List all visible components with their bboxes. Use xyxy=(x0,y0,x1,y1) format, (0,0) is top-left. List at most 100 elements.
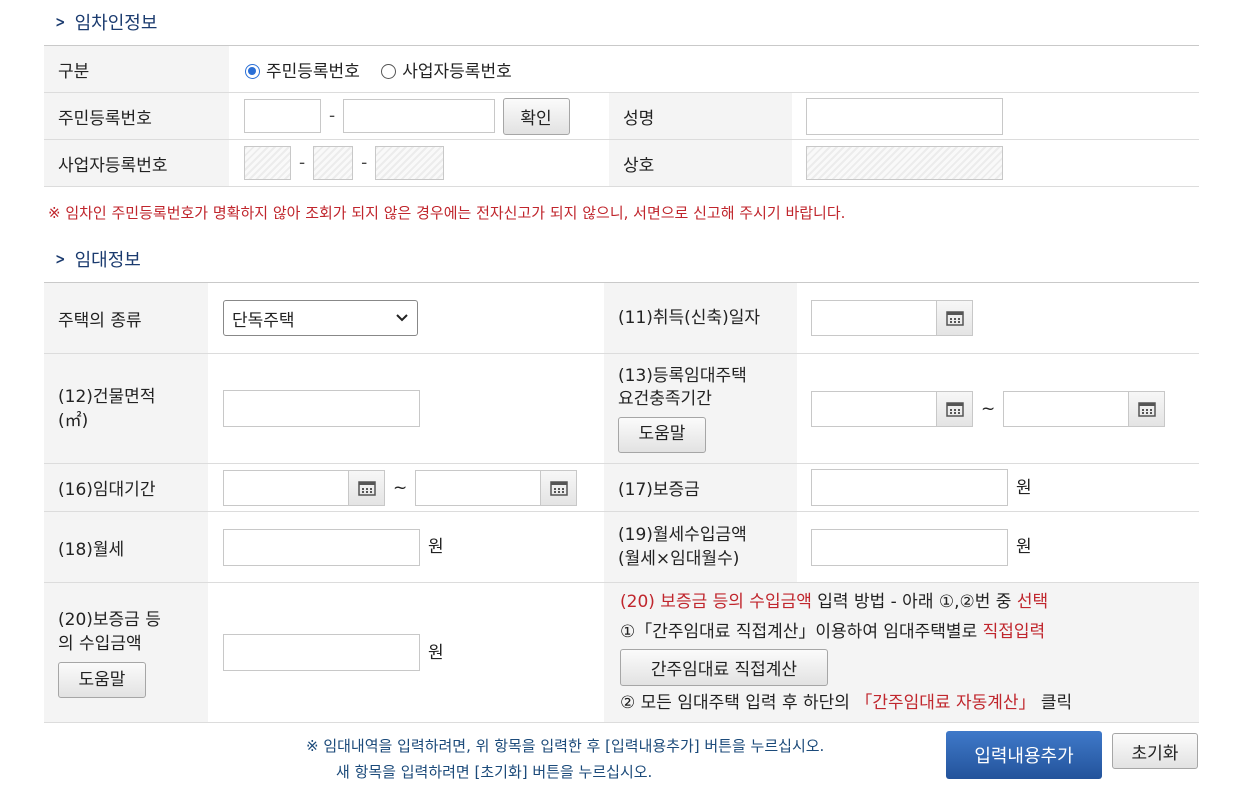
guide-2-text: ①「간주임대료 직접계산」이용하여 임대주택별로 xyxy=(620,622,983,642)
won-unit: 원 xyxy=(428,537,444,557)
bottom-note-line1: ※ 임대내역을 입력하려면, 위 항목을 입력한 후 [입력내용추가] 버튼을 … xyxy=(306,737,825,755)
acq-date-cell xyxy=(797,282,1199,354)
dash-separator: - xyxy=(329,106,336,126)
chevron-right-icon: > xyxy=(55,250,66,268)
deposit-input[interactable] xyxy=(811,469,1008,506)
guide-3-click: 클릭 xyxy=(1035,693,1073,713)
deposit-label: (17)보증금 xyxy=(604,463,797,512)
name-label: 성명 xyxy=(609,92,792,140)
guide-line-3: ② 모든 임대주택 입력 후 하단의 「간주임대료 자동계산」 클릭 xyxy=(620,688,1185,718)
bottom-note-line2: 새 항목을 입력하려면 [초기화] 버튼을 누르십시오. xyxy=(336,763,653,781)
calendar-icon[interactable] xyxy=(349,469,385,506)
resident-number-front-input[interactable] xyxy=(244,99,321,133)
won-unit: 원 xyxy=(1016,477,1032,498)
calendar-icon[interactable] xyxy=(541,469,578,506)
guide-1-highlight: (20) 보증금 등의 수입금액 xyxy=(620,592,812,612)
monthly-income-label: (19)월세수입금액 (월세×임대월수) xyxy=(604,511,797,583)
period-req-label-line2: 요건충족기간 xyxy=(618,388,712,409)
business-number-label: 사업자등록번호 xyxy=(44,139,229,187)
add-entry-button[interactable]: 입력내용추가 xyxy=(946,731,1102,779)
tilde-separator: ~ xyxy=(393,477,408,498)
monthly-income-input[interactable] xyxy=(811,528,1008,566)
guide-1-text: 입력 방법 - 아래 ①,②번 중 xyxy=(811,592,1017,612)
confirm-button[interactable]: 확인 xyxy=(502,97,570,135)
lease-start-input[interactable] xyxy=(223,469,349,506)
period-req-label: (13)등록임대주택 요건충족기간 도움말 xyxy=(604,353,797,464)
company-input xyxy=(806,146,1003,180)
house-type-value: 단독주택 xyxy=(232,310,295,331)
radio-resident-option[interactable]: 주민등록번호 xyxy=(245,62,365,82)
area-input[interactable] xyxy=(223,390,420,427)
lease-end-input[interactable] xyxy=(415,469,542,506)
monthly-income-cell: 원 xyxy=(797,511,1199,583)
tenant-section-title: > 임차인정보 xyxy=(54,9,157,35)
direct-calc-button[interactable]: 간주임대료 직접계산 xyxy=(620,649,828,686)
type-label: 구분 xyxy=(44,45,229,93)
business-number-cell: -- xyxy=(229,139,609,187)
area-cell xyxy=(208,353,604,464)
deposit-income-input[interactable] xyxy=(223,634,420,671)
monthly-income-label-line2: (월세×임대월수) xyxy=(618,549,740,569)
monthly-rent-input[interactable] xyxy=(223,528,420,566)
bottom-note: ※ 임대내역을 입력하려면, 위 항목을 입력한 후 [입력내용추가] 버튼을 … xyxy=(306,733,824,785)
radio-resident-label: 주민등록번호 xyxy=(266,61,360,82)
house-type-label: 주택의 종류 xyxy=(44,282,208,354)
guide-3-highlight: 「간주임대료 자동계산」 xyxy=(855,693,1036,713)
business-number-part2-input xyxy=(313,146,354,180)
radio-checked-icon[interactable] xyxy=(245,64,260,79)
tenant-notice: ※ 임차인 주민등록번호가 명확하지 않아 조회가 되지 않은 경우에는 전자신… xyxy=(48,204,846,222)
rental-info-table: 주택의 종류 단독주택 (11)취득(신축)일자 (12)건물면적 (㎡) (1… xyxy=(44,282,1199,723)
house-type-cell: 단독주택 xyxy=(208,282,604,354)
type-radio-group: 주민등록번호 사업자등록번호 xyxy=(229,45,1199,93)
tenant-info-table: 구분 주민등록번호 사업자등록번호 주민등록번호 - 확인 성명 사업자등록번호… xyxy=(44,45,1199,187)
period-req-end-input[interactable] xyxy=(1003,390,1130,427)
rental-section-label: 임대정보 xyxy=(74,250,141,271)
period-req-start-input[interactable] xyxy=(811,390,937,427)
chevron-right-icon: > xyxy=(55,13,66,31)
area-label-line2: (㎡) xyxy=(58,410,89,431)
help-button[interactable]: 도움말 xyxy=(58,661,146,698)
resident-number-back-input[interactable] xyxy=(343,99,496,133)
monthly-rent-label: (18)월세 xyxy=(44,511,208,583)
name-cell xyxy=(792,92,1199,140)
business-number-part3-input xyxy=(375,146,445,180)
company-cell xyxy=(792,139,1199,187)
area-label-line1: (12)건물면적 xyxy=(58,386,156,407)
deposit-cell: 원 xyxy=(797,463,1199,512)
radio-business-option[interactable]: 사업자등록번호 xyxy=(381,62,512,82)
deposit-income-cell: 원 xyxy=(208,582,604,723)
guide-line-1: (20) 보증금 등의 수입금액 입력 방법 - 아래 ①,②번 중 선택 xyxy=(620,587,1185,617)
area-label: (12)건물면적 (㎡) xyxy=(44,353,208,464)
radio-unchecked-icon[interactable] xyxy=(381,64,397,79)
name-input[interactable] xyxy=(806,97,1003,135)
won-unit: 원 xyxy=(1016,537,1032,557)
deposit-income-label: (20)보증금 등 의 수입금액 도움말 xyxy=(44,582,208,723)
house-type-select[interactable]: 단독주택 xyxy=(223,300,418,336)
dash-separator: - xyxy=(361,153,368,173)
dash-separator: - xyxy=(299,153,306,173)
guide-1-select: 선택 xyxy=(1016,592,1049,612)
monthly-income-label-line1: (19)월세수입금액 xyxy=(618,525,747,545)
acq-date-label: (11)취득(신축)일자 xyxy=(604,282,797,354)
company-label: 상호 xyxy=(609,139,792,187)
help-button[interactable]: 도움말 xyxy=(618,416,706,453)
reset-button[interactable]: 초기화 xyxy=(1112,733,1198,769)
period-req-label-line1: (13)등록임대주택 xyxy=(618,365,747,386)
guide-2-highlight: 직접입력 xyxy=(982,622,1046,642)
rental-section-title: > 임대정보 xyxy=(54,246,141,272)
guide-line-2: ①「간주임대료 직접계산」이용하여 임대주택별로 직접입력 xyxy=(620,617,1185,647)
lease-period-label: (16)임대기간 xyxy=(44,463,208,512)
calendar-icon[interactable] xyxy=(937,300,973,336)
period-req-cell: ~ xyxy=(797,353,1199,464)
calendar-icon[interactable] xyxy=(1129,390,1166,427)
chevron-down-icon xyxy=(396,314,408,322)
deposit-income-label-line2: 의 수입금액 xyxy=(58,633,142,654)
monthly-rent-cell: 원 xyxy=(208,511,604,583)
resident-number-label: 주민등록번호 xyxy=(44,92,229,140)
tenant-section-label: 임차인정보 xyxy=(74,13,158,34)
calendar-icon[interactable] xyxy=(937,390,973,427)
won-unit: 원 xyxy=(428,642,444,663)
acq-date-input[interactable] xyxy=(811,300,937,336)
guide-3-text: ② 모든 임대주택 입력 후 하단의 xyxy=(620,693,856,713)
acq-date-label-text: (11)취득(신축)일자 xyxy=(618,308,761,328)
